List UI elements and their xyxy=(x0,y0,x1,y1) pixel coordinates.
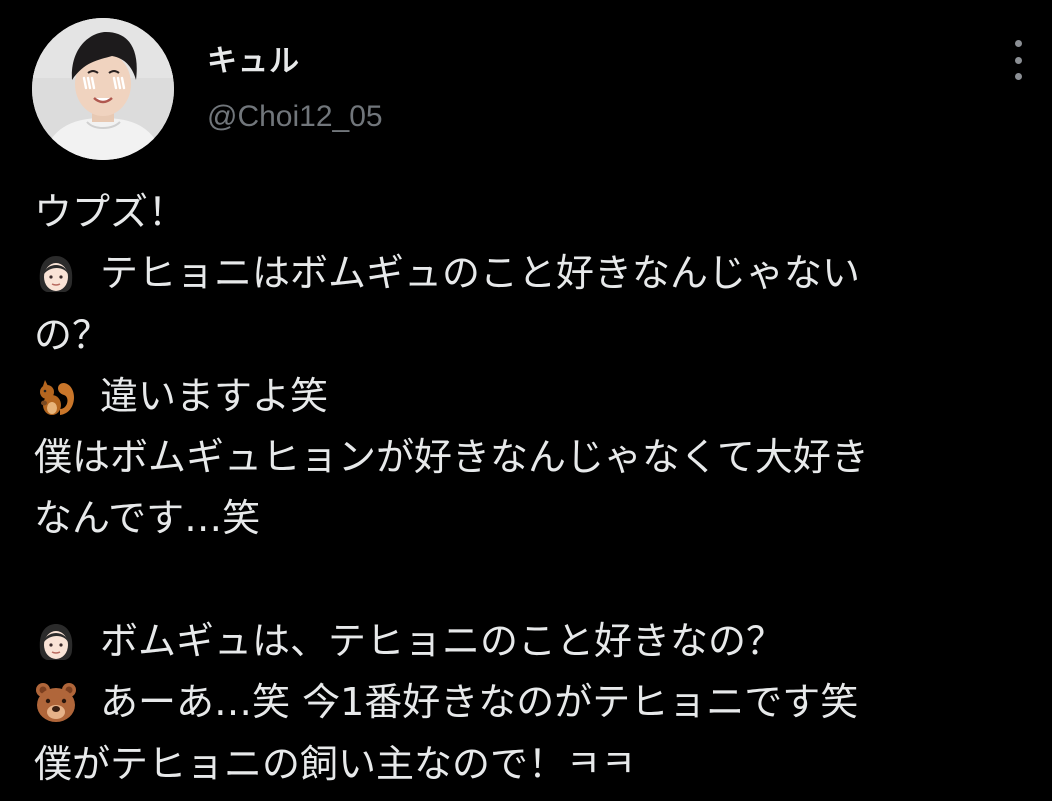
post-line: あーあ…笑 今1番好きなのがテヒョニです笑 xyxy=(34,672,1044,733)
post-line: 僕はボムギュヒョンが好きなんじゃなくて大好き xyxy=(34,427,1044,488)
post-header: キュル @Choi12_05 xyxy=(32,18,1022,160)
author-names: キュル @Choi12_05 xyxy=(207,42,383,137)
post-line: 違いますよ笑 xyxy=(34,366,1044,427)
user-handle[interactable]: @Choi12_05 xyxy=(207,97,383,137)
post-line-text: 僕がテヒョニの飼い主なので！ㅋㅋ xyxy=(34,741,636,786)
post-line: ボムギュは、テヒョニのこと好きなの？ xyxy=(34,611,1044,672)
post-line-text: テヒョニはボムギュのこと好きなんじゃない xyxy=(100,251,861,296)
post-line: の？ xyxy=(34,305,1044,366)
post-line: テヒョニはボムギュのこと好きなんじゃない xyxy=(34,243,1044,304)
more-vertical-icon-dot xyxy=(1014,73,1022,80)
post-line: 僕がテヒョニの飼い主なので！ㅋㅋ xyxy=(34,734,1044,795)
woman-face-emoji xyxy=(34,620,78,664)
post-card: キュル @Choi12_05 ウプズ！ テヒョニはボムギュのこと好きなんじゃない… xyxy=(0,0,1052,801)
more-options-button[interactable] xyxy=(1006,40,1030,80)
post-line: なんです…笑 xyxy=(34,488,1044,549)
post-body: ウプズ！ テヒョニはボムギュのこと好きなんじゃない の？ 違いますよ笑 僕はボム… xyxy=(34,182,1044,795)
more-vertical-icon xyxy=(1014,40,1022,47)
post-line-text: の？ xyxy=(34,312,111,357)
woman-face-emoji xyxy=(34,252,78,296)
post-line: ウプズ！ xyxy=(34,182,1044,243)
display-name[interactable]: キュル xyxy=(207,42,383,82)
post-line-text: 違いますよ笑 xyxy=(100,373,329,418)
post-line-text: ウプズ！ xyxy=(34,190,187,234)
more-vertical-icon-dot xyxy=(1014,56,1022,64)
squirrel-emoji xyxy=(34,375,78,419)
post-line-text: 僕はボムギュヒョンが好きなんじゃなくて大好き xyxy=(34,435,869,480)
post-line-text: ボムギュは、テヒョニのこと好きなの？ xyxy=(100,619,785,664)
post-line-text: あーあ…笑 今1番好きなのがテヒョニです笑 xyxy=(100,680,859,725)
avatar[interactable] xyxy=(32,18,174,160)
bear-face-emoji xyxy=(34,681,78,725)
post-line-text: なんです…笑 xyxy=(34,496,261,541)
post-line-blank xyxy=(34,550,1044,611)
